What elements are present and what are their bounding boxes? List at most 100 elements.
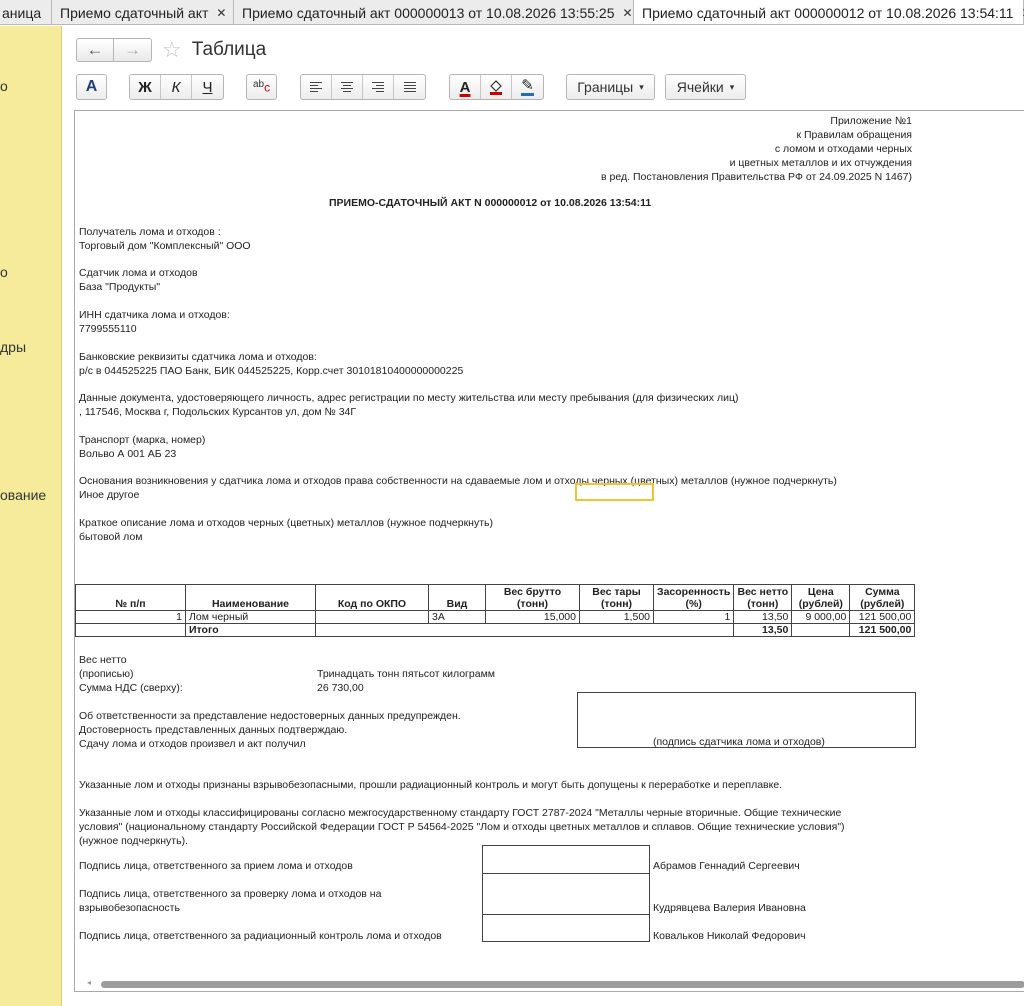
responsibility-line: Достоверность представленных данных подт… (79, 724, 348, 736)
font-button[interactable]: A (76, 74, 107, 100)
column-header: Код по ОКПО (315, 584, 429, 611)
table-total-row: Итого 13,50 121 500,00 (75, 623, 916, 637)
appendix-line: к Правилам обращения (796, 129, 912, 141)
align-center-button[interactable] (332, 75, 363, 99)
gost-line: (нужное подчеркнуть). (79, 835, 188, 847)
tab-act-000000013[interactable]: Приемо сдаточный акт 000000013 от 10.08.… (234, 0, 634, 24)
fill-color-button[interactable] (481, 75, 512, 99)
description-label: Краткое описание лома и отходов черных (… (79, 517, 494, 529)
align-left-button[interactable] (301, 75, 332, 99)
italic-icon: К (171, 78, 181, 96)
tab-start-page[interactable]: аница (0, 0, 52, 24)
formatting-toolbar: A Ж К Ч abc A ✎ Границы ▾ Ячейки ▾ (76, 74, 1016, 100)
align-justify-button[interactable] (394, 75, 425, 99)
tab-act[interactable]: Приемо сдаточный акт ✕ (52, 0, 234, 24)
column-header: Вид (428, 584, 486, 611)
tab-label: Приемо сдаточный акт (60, 4, 209, 21)
cells-label: Ячейки (676, 79, 724, 95)
column-header: Вес брутто (тонн) (485, 584, 580, 611)
inn-value: 7799555110 (79, 323, 137, 335)
horizontal-scrollbar[interactable]: ◂ (87, 978, 1024, 989)
page-title: Таблица (191, 39, 267, 60)
align-right-icon (372, 82, 384, 92)
sign-radiation-label: Подпись лица, ответственного за радиацио… (79, 930, 442, 942)
bank-label: Банковские реквизиты сдатчика лома и отх… (79, 351, 317, 363)
net-label-words: (прописью) (79, 668, 134, 680)
bold-button[interactable]: Ж (130, 75, 161, 99)
basis-value: Иное другое (79, 489, 140, 501)
sign-accept-name: Абрамов Геннадий Сергеевич (653, 860, 800, 872)
tab-label: Приемо сдаточный акт 000000013 от 10.08.… (242, 4, 615, 21)
tab-bar: аница Приемо сдаточный акт ✕ Приемо сдат… (0, 0, 1024, 25)
tab-act-000000012[interactable]: Приемо сдаточный акт 000000012 от 10.08.… (634, 0, 1024, 24)
star-icon[interactable]: ☆ (162, 39, 182, 61)
scroll-left-icon[interactable]: ◂ (87, 978, 91, 987)
signature-box-accept (482, 845, 650, 874)
column-header: Вес нетто (тонн) (733, 584, 793, 611)
font-icon: A (85, 78, 98, 95)
italic-button[interactable]: К (161, 75, 192, 99)
pencil-icon: ✎ (521, 76, 534, 96)
seller-signature-caption: (подпись сдатчика лома и отходов) (653, 736, 825, 748)
tab-label: Приемо сдаточный акт 000000012 от 10.08.… (642, 4, 1014, 21)
close-icon[interactable]: ✕ (216, 6, 226, 20)
basis-label: Основания возникновения у сдатчика лома … (79, 475, 837, 487)
bank-value: р/с в 044525225 ПАО Банк, БИК 044525225,… (79, 365, 464, 377)
recipient-label: Получатель лома и отходов : (79, 226, 221, 238)
column-header: Сумма (рублей) (849, 584, 916, 611)
total-sum: 121 500,00 (849, 623, 916, 637)
align-center-icon (341, 82, 353, 92)
cell-name: Лом черный (185, 610, 316, 624)
cell-kind: 3А (428, 610, 486, 624)
scrollbar-thumb[interactable] (101, 981, 1024, 988)
align-right-button[interactable] (363, 75, 394, 99)
sidebar-item[interactable]: о (0, 264, 8, 280)
net-in-words: Тринадцать тонн пятьсот килограмм (317, 668, 496, 680)
gost-line: условия" (национальному стандарту Россий… (79, 821, 845, 833)
column-header: № п/п (75, 584, 186, 611)
seller-label: Сдатчик лома и отходов (79, 267, 198, 279)
vat-label: Сумма НДС (сверху): (79, 682, 183, 694)
column-header: Засоренность (%) (652, 584, 735, 611)
close-icon[interactable]: ✕ (623, 6, 633, 20)
total-net: 13,50 (733, 623, 793, 637)
selected-cell[interactable] (575, 483, 654, 501)
description-value: бытовой лом (79, 531, 143, 543)
text-color-icon: A (459, 78, 471, 96)
sign-accept-label: Подпись лица, ответственного за прием ло… (79, 860, 353, 872)
cell-price: 9 000,00 (791, 610, 851, 624)
borders-dropdown[interactable]: Границы ▾ (566, 74, 655, 100)
spellcheck-icon: abc (253, 79, 270, 94)
cell-empty (75, 623, 186, 637)
transport-label: Транспорт (марка, номер) (79, 434, 206, 446)
sidebar-item[interactable]: ование (0, 487, 46, 503)
appendix-line: в ред. Постановления Правительства РФ от… (601, 171, 912, 183)
spreadsheet-document[interactable]: Приложение №1 к Правилам обращения с лом… (74, 110, 1024, 992)
sidebar-item[interactable]: дры (0, 339, 26, 355)
spellcheck-button[interactable]: abc (246, 74, 277, 100)
vat-value: 26 730,00 (317, 682, 364, 694)
responsibility-line: Сдачу лома и отходов произвел и акт полу… (79, 738, 306, 750)
table-row[interactable]: 1 Лом черный 3А 15,000 1,500 1 13,50 9 0… (75, 610, 916, 624)
appendix-line: Приложение №1 (830, 115, 912, 127)
sign-explosion-label: Подпись лица, ответственного за проверку… (79, 888, 382, 900)
back-button[interactable]: ← (76, 38, 114, 62)
sign-explosion-name: Кудрявцева Валерия Ивановна (653, 902, 806, 914)
text-color-button[interactable]: A (450, 75, 481, 99)
identity-value: , 117546, Москва г, Подольских Курсантов… (79, 406, 357, 418)
appendix-line: с ломом и отходами черных (774, 143, 912, 155)
document-title: ПРИЕМО-СДАТОЧНЫЙ АКТ N 000000012 от 10.0… (329, 197, 652, 209)
chevron-down-icon: ▾ (729, 81, 735, 92)
total-label: Итого (185, 623, 316, 637)
sidebar-item[interactable]: о (0, 78, 8, 94)
cells-dropdown[interactable]: Ячейки ▾ (665, 74, 746, 100)
highlight-button[interactable]: ✎ (512, 75, 543, 99)
cell-gross: 15,000 (485, 610, 580, 624)
cell-number: 1 (75, 610, 186, 624)
safety-note: Указанные лом и отходы признаны взрывобе… (79, 779, 783, 791)
forward-button[interactable]: → (114, 38, 152, 62)
underline-button[interactable]: Ч (192, 75, 223, 99)
alignment-group (300, 74, 426, 100)
column-header: Наименование (185, 584, 316, 611)
align-justify-icon (403, 82, 416, 92)
